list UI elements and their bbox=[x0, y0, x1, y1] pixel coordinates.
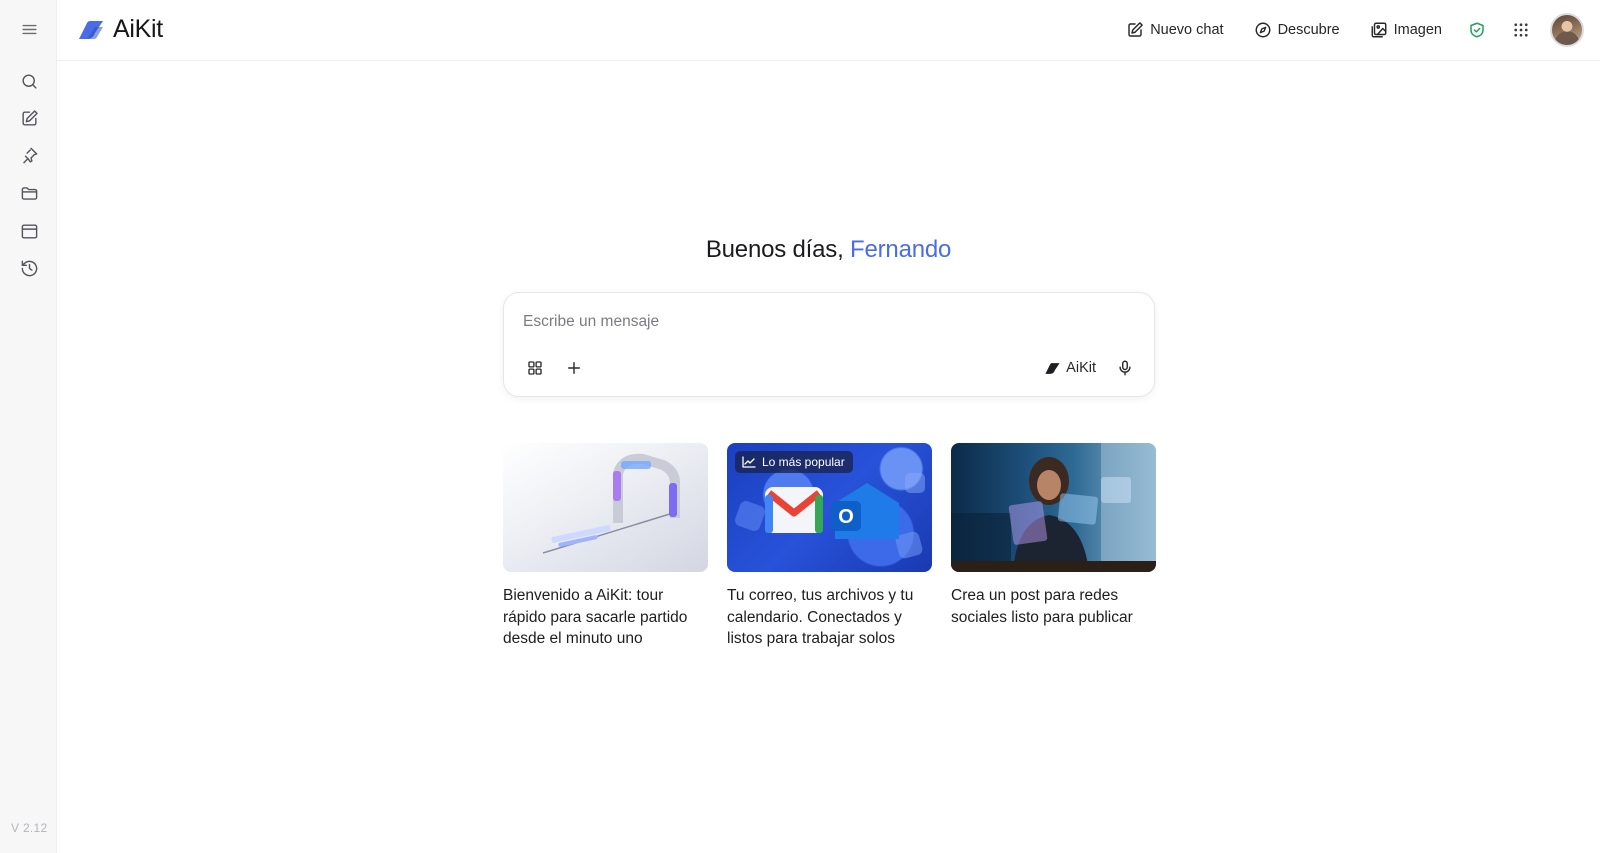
app-name: AiKit bbox=[113, 15, 163, 43]
discover-label: Descubre bbox=[1277, 22, 1340, 38]
woman-hologram-illustration bbox=[951, 443, 1156, 572]
card-thumbnail-welcome bbox=[503, 443, 708, 572]
card-social-post[interactable]: Crea un post para redes sociales listo p… bbox=[951, 443, 1156, 628]
portal-illustration bbox=[542, 453, 680, 554]
pinned-button[interactable] bbox=[14, 140, 44, 170]
compass-icon bbox=[1255, 22, 1271, 38]
edit-icon bbox=[21, 109, 38, 126]
greeting-user-name: Fernando bbox=[850, 236, 952, 263]
model-label: AiKit bbox=[1066, 360, 1096, 376]
card-caption: Crea un post para redes sociales listo p… bbox=[951, 587, 1133, 626]
top-header: AiKit Nuevo chat Descubre Imagen bbox=[57, 0, 1600, 61]
new-chat-sidebar-button[interactable] bbox=[14, 103, 44, 133]
search-icon bbox=[21, 73, 37, 89]
aikit-logo-icon bbox=[1045, 362, 1060, 374]
voice-input-button[interactable] bbox=[1110, 353, 1140, 383]
image-label: Imagen bbox=[1393, 22, 1442, 38]
user-avatar[interactable] bbox=[1550, 13, 1584, 47]
card-thumbnail-connectors: O Lo más popular bbox=[727, 443, 932, 572]
pin-icon bbox=[22, 147, 37, 163]
message-composer: AiKit bbox=[503, 292, 1155, 397]
attach-button[interactable] bbox=[559, 353, 589, 383]
card-caption: Bienvenido a AiKit: tour rápido para sac… bbox=[503, 587, 688, 647]
grid-dots-icon bbox=[1514, 23, 1528, 37]
folders-button[interactable] bbox=[14, 178, 44, 208]
sidebar: V 2.12 bbox=[0, 0, 57, 853]
greeting-prefix: Buenos días, bbox=[705, 236, 844, 263]
menu-toggle-button[interactable] bbox=[14, 14, 44, 44]
card-welcome-tour[interactable]: Bienvenido a AiKit: tour rápido para sac… bbox=[503, 443, 708, 650]
microphone-icon bbox=[1119, 360, 1131, 376]
message-input[interactable] bbox=[523, 309, 1123, 335]
app-logo[interactable]: AiKit bbox=[77, 15, 163, 44]
new-chat-label: Nuevo chat bbox=[1150, 22, 1224, 38]
hamburger-icon bbox=[21, 24, 37, 34]
header-nav: Nuevo chat Descubre Imagen bbox=[1104, 12, 1584, 48]
shield-check-icon bbox=[1470, 22, 1484, 38]
folder-icon bbox=[21, 186, 37, 200]
edit-icon bbox=[1128, 22, 1144, 37]
aikit-logo-icon bbox=[79, 20, 103, 39]
plus-icon bbox=[568, 362, 580, 374]
trend-chart-icon bbox=[742, 456, 756, 468]
discover-button[interactable]: Descubre bbox=[1246, 13, 1348, 47]
popular-badge: Lo más popular bbox=[735, 451, 853, 473]
new-chat-button[interactable]: Nuevo chat bbox=[1118, 13, 1231, 47]
image-icon bbox=[1371, 22, 1387, 38]
search-button[interactable] bbox=[14, 66, 44, 96]
image-button[interactable]: Imagen bbox=[1362, 13, 1450, 47]
svg-text:O: O bbox=[838, 506, 854, 528]
card-thumbnail-social bbox=[951, 443, 1156, 572]
version-label: V 2.12 bbox=[11, 821, 48, 835]
apps-button[interactable] bbox=[1504, 13, 1538, 47]
tools-button[interactable] bbox=[520, 353, 550, 383]
card-connectors[interactable]: O Lo más popular Tu correo, tus archivos… bbox=[727, 443, 932, 650]
greeting-heading: Buenos días, Fernando bbox=[0, 236, 1600, 264]
privacy-shield-button[interactable] bbox=[1460, 13, 1494, 47]
popular-badge-label: Lo más popular bbox=[762, 455, 845, 469]
card-caption: Tu correo, tus archivos y tu calendario.… bbox=[727, 587, 914, 647]
model-selector-button[interactable]: AiKit bbox=[1044, 353, 1096, 383]
grid-icon bbox=[528, 361, 542, 375]
